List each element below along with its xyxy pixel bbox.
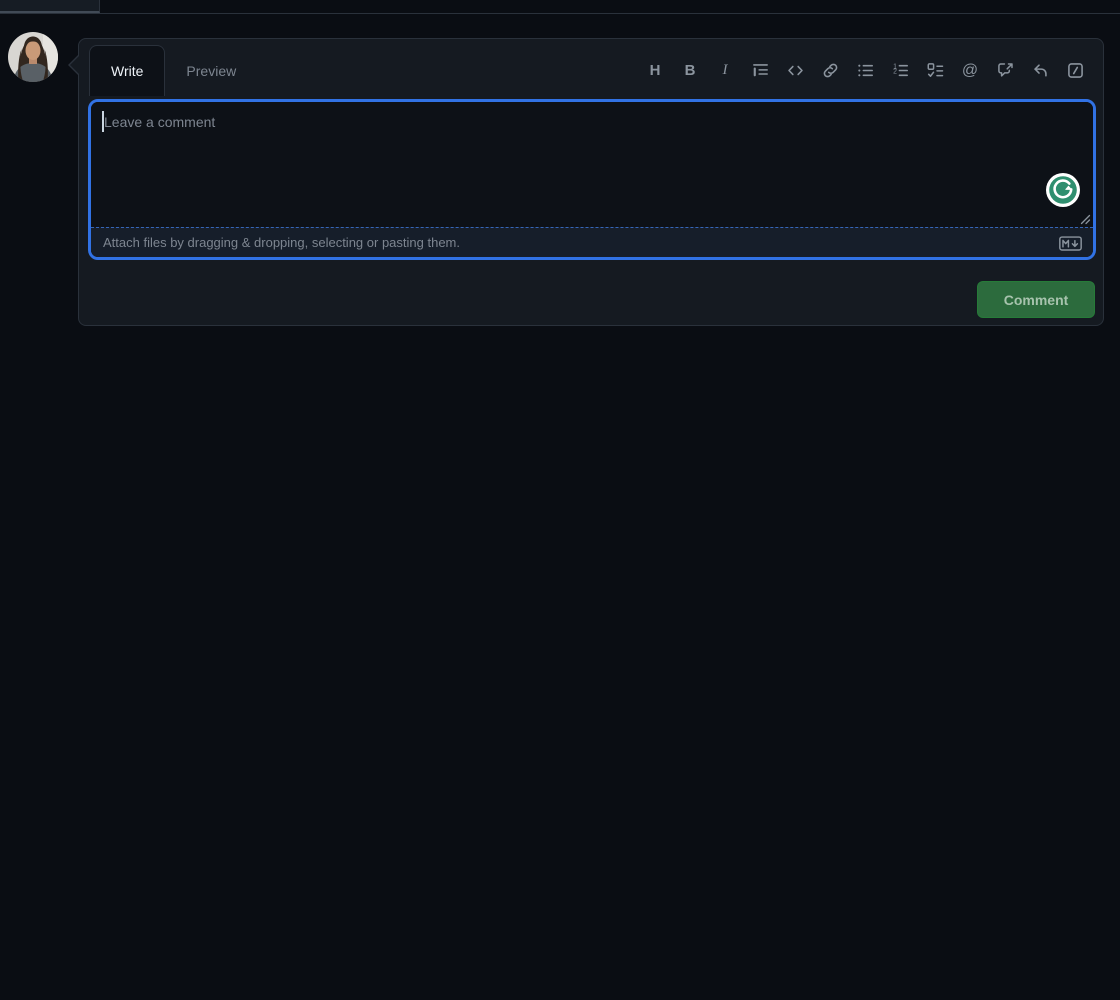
link-icon[interactable] xyxy=(814,55,846,87)
avatar-photo xyxy=(8,32,58,82)
markdown-toolbar: H B I xyxy=(639,45,1093,96)
tab-write-label: Write xyxy=(111,63,143,79)
comment-button[interactable]: Comment xyxy=(977,281,1095,318)
attach-files-hint: Attach files by dragging & dropping, sel… xyxy=(103,235,460,250)
comment-editor: Attach files by dragging & dropping, sel… xyxy=(88,99,1096,260)
italic-icon[interactable]: I xyxy=(709,55,741,87)
grammarly-icon[interactable] xyxy=(1046,173,1080,207)
reply-icon[interactable] xyxy=(1024,55,1056,87)
comment-textarea[interactable] xyxy=(91,102,1093,227)
comment-form-card: Write Preview H B I xyxy=(78,38,1104,326)
top-divider-segment xyxy=(0,0,100,13)
tab-preview-label: Preview xyxy=(186,63,236,79)
unordered-list-icon[interactable] xyxy=(849,55,881,87)
cross-reference-icon[interactable] xyxy=(989,55,1021,87)
heading-icon[interactable]: H xyxy=(639,55,671,87)
numbered-list-icon[interactable]: 1 2 xyxy=(884,55,916,87)
tab-write[interactable]: Write xyxy=(89,45,165,96)
tasklist-icon[interactable] xyxy=(919,55,951,87)
text-cursor xyxy=(102,111,104,132)
bold-icon[interactable]: B xyxy=(674,55,706,87)
tab-preview[interactable]: Preview xyxy=(165,45,257,96)
attach-files-area[interactable]: Attach files by dragging & dropping, sel… xyxy=(91,227,1093,257)
user-avatar[interactable] xyxy=(8,32,58,82)
slash-commands-icon[interactable] xyxy=(1059,55,1091,87)
markdown-icon[interactable] xyxy=(1059,234,1082,251)
code-icon[interactable] xyxy=(779,55,811,87)
comment-header: Write Preview H B I xyxy=(79,39,1103,96)
comment-actions: Comment xyxy=(977,281,1095,318)
svg-text:2: 2 xyxy=(893,68,897,75)
top-divider xyxy=(0,0,1120,14)
quote-icon[interactable] xyxy=(744,55,776,87)
mention-icon[interactable]: @ xyxy=(954,55,986,87)
